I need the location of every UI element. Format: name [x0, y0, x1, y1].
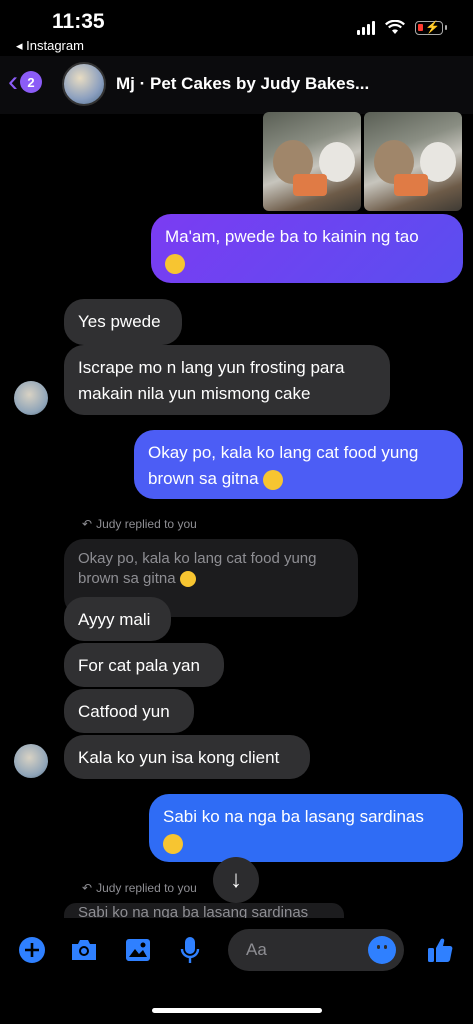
incoming-message[interactable]: Iscrape mo n lang yun frosting para maka…	[64, 345, 390, 415]
message-composer	[0, 918, 473, 1024]
home-indicator	[152, 1008, 322, 1013]
arrow-down-icon: ↓	[230, 866, 242, 893]
chat-header: ‹ 2 Mj · Pet Cakes by Judy Bakes...	[0, 56, 473, 114]
reply-indicator: ↶ Judy replied to you	[82, 517, 197, 531]
quoted-text: Sabi ko na nga ba lasang sardinas	[78, 904, 309, 918]
reply-icon: ↶	[82, 881, 93, 895]
quoted-message[interactable]: Sabi ko na nga ba lasang sardinas	[64, 903, 344, 918]
chevron-left-icon: ‹	[8, 65, 18, 98]
sweat-smile-emoji-icon	[165, 253, 185, 274]
incoming-message[interactable]: Kala ko yun isa kong client	[64, 735, 310, 779]
shared-photo[interactable]	[263, 112, 361, 211]
message-text: Ma'am, pwede ba to kainin ng tao	[165, 227, 419, 246]
camera-icon[interactable]	[68, 934, 100, 966]
status-icons: ⚡	[357, 20, 447, 35]
outgoing-message[interactable]: Ma'am, pwede ba to kainin ng tao	[151, 214, 463, 283]
back-button[interactable]: ‹ 2	[8, 65, 42, 98]
battery-icon: ⚡	[415, 20, 447, 35]
message-text: For cat pala yan	[78, 656, 200, 675]
signal-icon	[357, 20, 375, 35]
incoming-message[interactable]: Yes pwede	[64, 299, 182, 345]
status-time: 11:35	[52, 10, 105, 33]
scroll-to-bottom-button[interactable]: ↓	[213, 857, 259, 903]
sender-avatar[interactable]	[14, 381, 48, 415]
chat-title[interactable]: Mj · Pet Cakes by Judy Bakes...	[116, 74, 369, 94]
shared-photo[interactable]	[364, 112, 462, 211]
outgoing-message[interactable]: Sabi ko na nga ba lasang sardinas	[149, 794, 463, 862]
upside-down-face-emoji-icon	[163, 833, 183, 854]
incoming-message[interactable]: Ayyy mali	[64, 597, 171, 641]
message-input-box[interactable]	[228, 929, 404, 971]
message-text: Catfood yun	[78, 702, 170, 721]
back-to-app-link[interactable]: ◂ Instagram	[16, 38, 84, 54]
message-text: Sabi ko na nga ba lasang sardinas	[163, 807, 424, 826]
message-text: Iscrape mo n lang yun frosting para maka…	[78, 358, 345, 403]
reply-text: Judy replied to you	[96, 517, 197, 531]
message-text: Kala ko yun isa kong client	[78, 748, 280, 767]
reply-indicator: ↶ Judy replied to you	[82, 881, 197, 895]
contact-avatar[interactable]	[62, 62, 106, 106]
message-text: Ayyy mali	[78, 610, 151, 629]
laughing-emoji-icon	[263, 469, 284, 490]
quoted-text: Okay po, kala ko lang cat food yung brow…	[78, 550, 317, 587]
plus-icon[interactable]	[16, 934, 48, 966]
mic-icon[interactable]	[174, 934, 206, 966]
emoji-icon[interactable]	[368, 936, 396, 964]
message-input[interactable]	[228, 929, 368, 971]
thumbs-up-icon[interactable]	[424, 934, 456, 966]
laughing-emoji-icon	[179, 571, 196, 588]
unread-badge: 2	[20, 71, 42, 93]
wifi-icon	[385, 20, 405, 34]
message-text: Yes pwede	[78, 312, 161, 331]
reply-text: Judy replied to you	[96, 881, 197, 895]
image-icon[interactable]	[122, 934, 154, 966]
reply-icon: ↶	[82, 517, 93, 531]
incoming-message[interactable]: For cat pala yan	[64, 643, 224, 687]
outgoing-message[interactable]: Okay po, kala ko lang cat food yung brow…	[134, 430, 463, 499]
message-text: Okay po, kala ko lang cat food yung brow…	[148, 443, 419, 488]
status-bar: 11:35 ◂ Instagram ⚡	[0, 0, 473, 56]
incoming-message[interactable]: Catfood yun	[64, 689, 194, 733]
sender-avatar[interactable]	[14, 744, 48, 778]
